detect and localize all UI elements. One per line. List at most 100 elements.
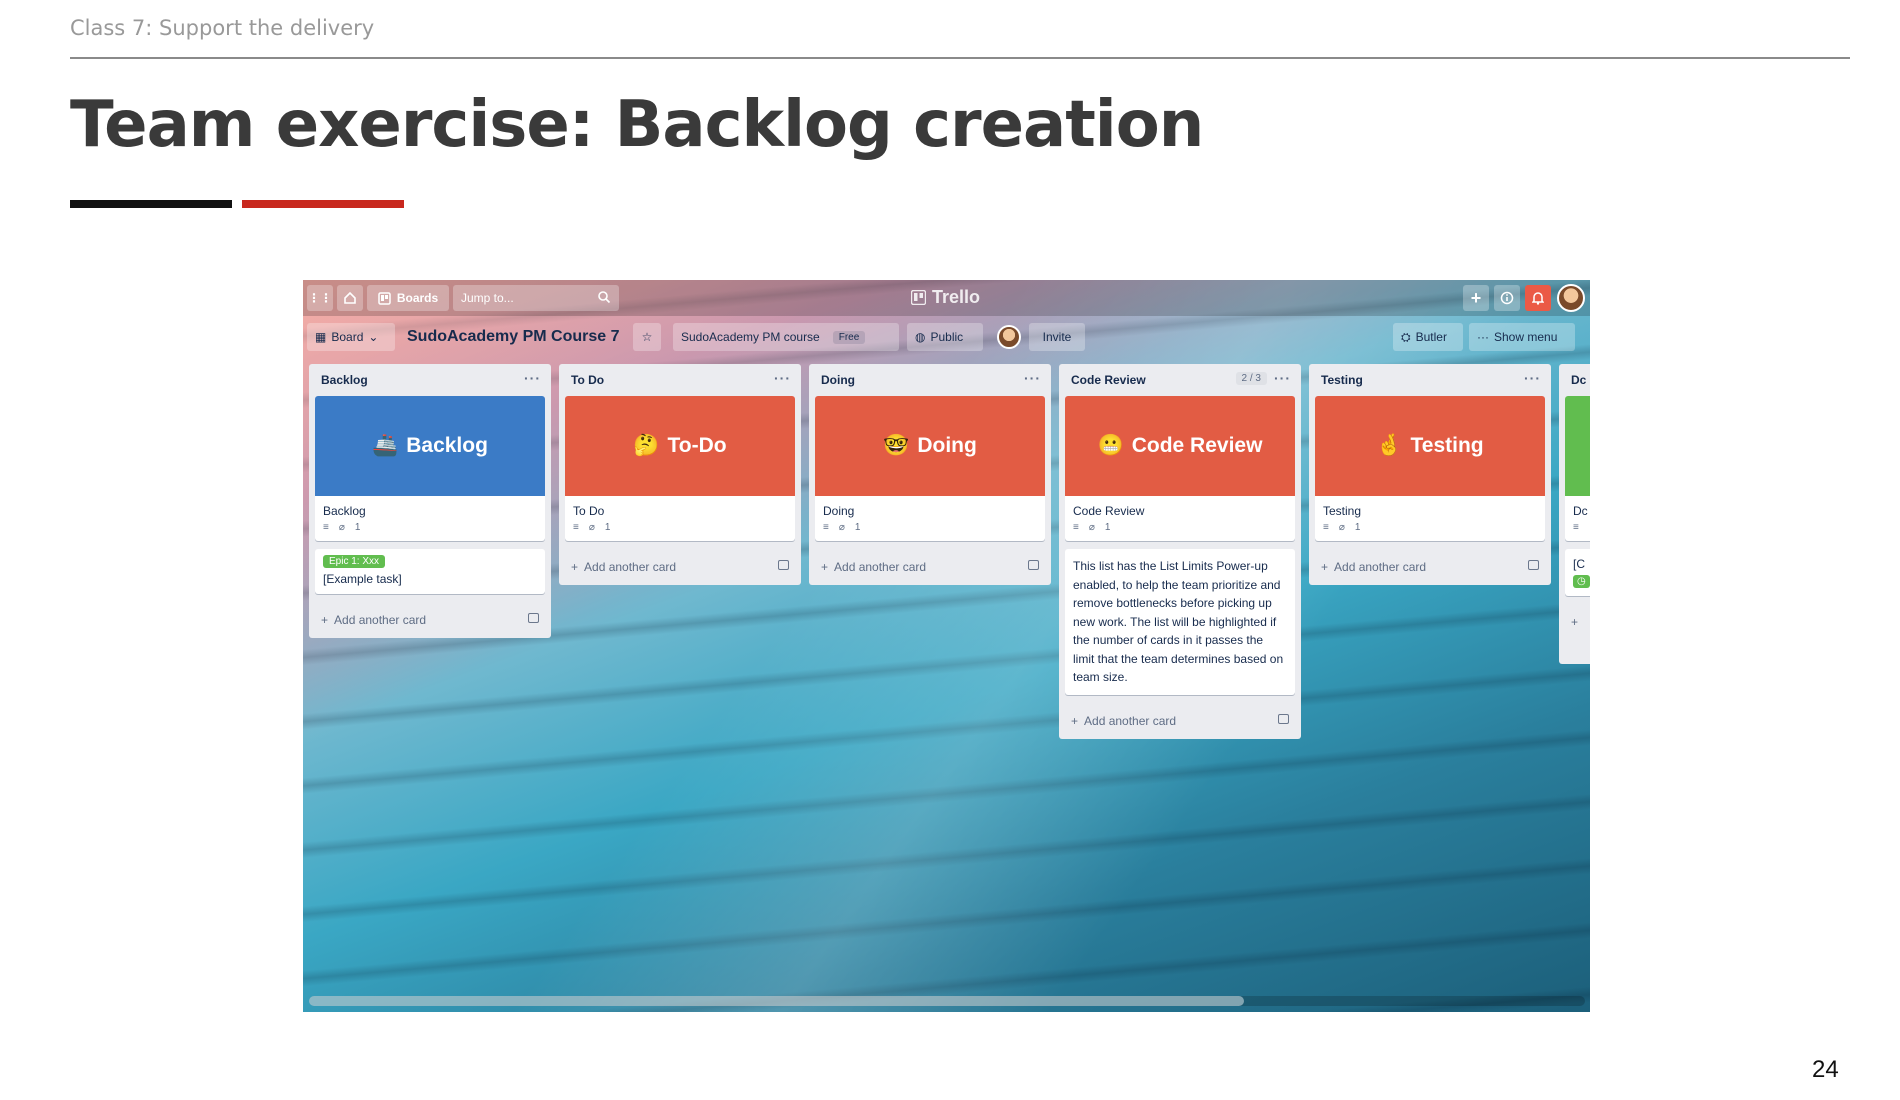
visibility-button[interactable]: ◍ Public <box>907 323 983 351</box>
cover-card[interactable]: 🤞 Testing Testing ≡ ⌀ 1 <box>1315 396 1545 541</box>
nerd-face-icon: 🤓 <box>883 434 910 457</box>
list-limit-badge: 2 / 3 <box>1235 372 1267 385</box>
invite-label: Invite <box>1042 330 1072 344</box>
notifications-button[interactable] <box>1525 285 1551 311</box>
cover-card[interactable]: 🤓 Doing Doing ≡ ⌀ 1 <box>815 396 1045 541</box>
cover-text: Testing <box>1410 434 1484 457</box>
list-title: Backlog <box>321 373 368 387</box>
board-view-icon: ▦ <box>315 330 327 344</box>
task-card[interactable]: Epic 1: Xxx [Example task] <box>315 549 545 594</box>
search-placeholder: Jump to... <box>461 291 514 305</box>
trello-logo[interactable]: Trello <box>911 287 980 308</box>
create-button[interactable]: + <box>1463 285 1489 311</box>
team-plan-badge: Free <box>832 330 866 344</box>
visibility-label: Public <box>930 330 964 344</box>
boards-button[interactable]: Boards <box>367 285 449 311</box>
list-doing: Doing ··· 🤓 Doing Doing ≡ ⌀ 1 + Add anot… <box>809 364 1051 585</box>
trello-topbar: ⋮⋮ Boards Jump to... Trello + <box>303 280 1590 316</box>
add-card-button[interactable]: + Add another card <box>309 602 551 638</box>
plus-icon: + <box>571 560 579 574</box>
card-template-icon[interactable] <box>1028 560 1039 570</box>
grimacing-face-icon: 😬 <box>1097 434 1124 457</box>
show-menu-button[interactable]: ··· Show menu <box>1469 323 1575 351</box>
card-title: Backlog <box>323 504 366 518</box>
home-button[interactable] <box>337 285 363 311</box>
cover-card[interactable]: 😬 Code Review Code Review ≡ ⌀ 1 <box>1065 396 1295 541</box>
home-icon <box>344 291 356 304</box>
jump-to-search[interactable]: Jump to... <box>453 285 619 311</box>
info-button[interactable] <box>1494 285 1520 311</box>
list-header[interactable]: To Do ··· <box>559 364 801 396</box>
card-cover: 😬 Code Review <box>1065 396 1295 496</box>
thinking-face-icon: 🤔 <box>633 434 660 457</box>
butler-button[interactable]: ⛭ Butler <box>1393 323 1463 351</box>
cover-card[interactable]: 🤔 To-Do To Do ≡ ⌀ 1 <box>565 396 795 541</box>
list-backlog: Backlog ··· 🚢 Backlog Backlog ≡ ⌀ 1 Epic… <box>309 364 551 638</box>
plus-icon: + <box>1071 713 1079 728</box>
star-board-button[interactable]: ☆ <box>633 323 661 351</box>
list-menu-icon[interactable]: ··· <box>1274 370 1291 386</box>
more-icon: ··· <box>1477 330 1489 344</box>
list-header[interactable]: Code Review 2 / 3 ··· <box>1059 364 1301 396</box>
list-testing: Testing ··· 🤞 Testing Testing ≡ ⌀ 1 + Ad… <box>1309 364 1551 585</box>
board-name[interactable]: SudoAcademy PM Course 7 <box>407 328 620 346</box>
slide-header: Class 7: Support the delivery <box>70 16 375 40</box>
board-view-switcher[interactable]: ▦ Board ⌄ <box>307 323 395 351</box>
user-avatar[interactable] <box>1557 284 1585 312</box>
card-cover: 🤓 Doing <box>815 396 1045 496</box>
card-title: To Do <box>573 504 605 518</box>
card-badges: ≡ ⌀ 1 <box>565 520 795 541</box>
card-template-icon[interactable] <box>528 613 539 623</box>
add-card-button[interactable]: + Add another card <box>559 549 801 585</box>
card-badges: ≡ ⌀ 1 <box>1065 520 1295 541</box>
card-title: Testing <box>1323 504 1362 518</box>
add-card-label: Add another card <box>1084 713 1177 728</box>
title-accent-black <box>70 200 232 208</box>
logo-text: Trello <box>932 287 981 307</box>
crossed-fingers-icon: 🤞 <box>1376 434 1403 457</box>
plus-icon: + <box>1321 560 1329 574</box>
attachment-count: 1 <box>854 522 861 533</box>
list-code-review: Code Review 2 / 3 ··· 😬 Code Review Code… <box>1059 364 1301 739</box>
plus-icon: + <box>321 613 329 627</box>
add-card-button[interactable]: + Add another card <box>809 549 1051 585</box>
attachment-icon: ⌀ <box>838 522 845 533</box>
add-card-label: Add another card <box>834 560 927 574</box>
card-template-icon[interactable] <box>778 560 789 570</box>
attachment-count: 1 <box>604 522 611 533</box>
card-title: Code Review <box>1073 504 1145 518</box>
list-menu-icon[interactable]: ··· <box>1524 370 1541 386</box>
attachment-icon: ⌀ <box>1338 522 1345 533</box>
slide-title: Team exercise: Backlog creation <box>70 88 1204 162</box>
list-header[interactable]: Backlog ··· <box>309 364 551 396</box>
add-card-button[interactable]: + Add another card <box>1059 703 1301 739</box>
task-card[interactable]: [C ◷ <box>1565 549 1590 596</box>
list-header[interactable]: Doing ··· <box>809 364 1051 396</box>
description-icon: ≡ <box>1573 522 1579 533</box>
list-menu-icon[interactable]: ··· <box>524 370 541 386</box>
list-menu-icon[interactable]: ··· <box>1024 370 1041 386</box>
due-date-icon: ◷ <box>1573 575 1590 588</box>
title-accent-red <box>242 200 404 208</box>
card-title: Dc <box>1573 504 1588 518</box>
add-card-button[interactable]: + <box>1559 604 1590 640</box>
team-button[interactable]: SudoAcademy PM course Free <box>673 323 899 351</box>
card-template-icon[interactable] <box>1278 713 1289 724</box>
attachment-icon: ⌀ <box>588 522 595 533</box>
cover-card[interactable]: Dc ≡ <box>1565 396 1590 541</box>
list-header[interactable]: Dc <box>1559 364 1590 396</box>
cover-card[interactable]: 🚢 Backlog Backlog ≡ ⌀ 1 <box>315 396 545 541</box>
card-template-icon[interactable] <box>1528 560 1539 570</box>
add-card-button[interactable]: + Add another card <box>1309 549 1551 585</box>
invite-button[interactable]: Invite <box>1029 323 1085 351</box>
member-avatar[interactable] <box>997 325 1021 349</box>
list-menu-icon[interactable]: ··· <box>774 370 791 386</box>
apps-button[interactable]: ⋮⋮ <box>307 285 333 311</box>
description-card[interactable]: This list has the List Limits Power-up e… <box>1065 549 1295 695</box>
boards-label: Boards <box>396 291 439 305</box>
scrollbar-thumb[interactable] <box>309 996 1244 1006</box>
list-header[interactable]: Testing ··· <box>1309 364 1551 396</box>
board-horizontal-scrollbar[interactable] <box>309 996 1585 1006</box>
add-card-label: Add another card <box>584 560 677 574</box>
trello-logo-icon <box>911 290 926 305</box>
